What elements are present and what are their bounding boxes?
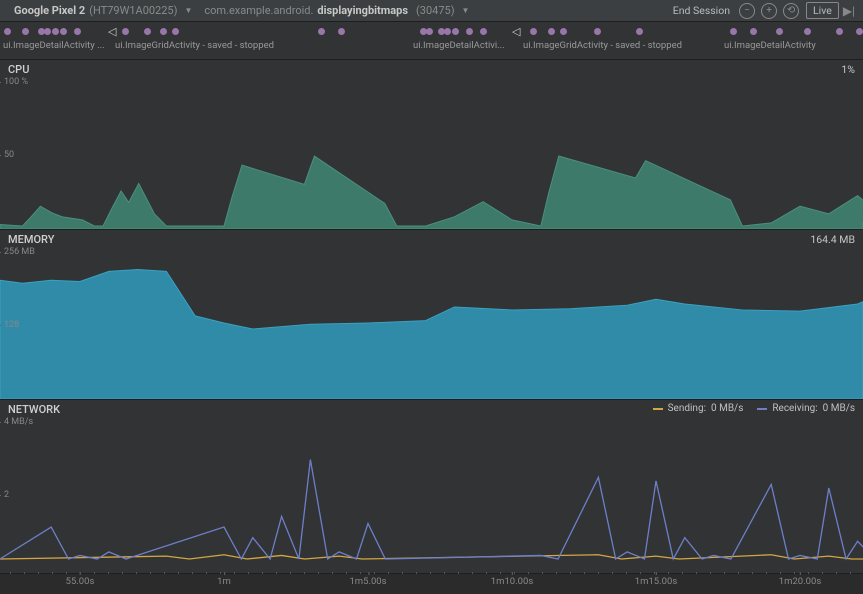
time-tick: 1m15.00s bbox=[635, 576, 677, 587]
network-ymid-tick: 2 bbox=[4, 490, 9, 500]
process-name: displayingbitmaps bbox=[317, 4, 408, 17]
live-button[interactable]: Live bbox=[806, 2, 839, 19]
time-axis: 55.00s 1m 1m5.00s 1m10.00s 1m15.00s 1m20.00s bbox=[0, 574, 863, 594]
event-dot[interactable] bbox=[22, 28, 29, 35]
event-dot[interactable] bbox=[480, 28, 487, 35]
chevron-down-icon: ▼ bbox=[462, 6, 470, 15]
legend-sending-value: 0 MB/s bbox=[711, 403, 743, 414]
network-ymax-tick: 4 MB/s bbox=[4, 417, 33, 427]
cpu-ymid-tick: 50 bbox=[4, 150, 14, 160]
process-prefix: com.example.android. bbox=[204, 4, 313, 17]
event-dot[interactable] bbox=[160, 28, 167, 35]
event-dot[interactable] bbox=[4, 28, 11, 35]
event-dot[interactable] bbox=[530, 28, 537, 35]
event-dot[interactable] bbox=[856, 28, 863, 35]
go-to-end-button[interactable]: ▶| bbox=[843, 4, 855, 18]
event-dot[interactable] bbox=[636, 28, 643, 35]
event-dot[interactable] bbox=[338, 28, 345, 35]
device-name: Google Pixel 2 bbox=[14, 4, 85, 17]
event-label: ui.ImageDetailActivi... bbox=[413, 40, 505, 51]
memory-title: MEMORY bbox=[8, 233, 54, 246]
event-dot[interactable] bbox=[466, 28, 473, 35]
device-dropdown[interactable]: Google Pixel 2 (HT79W1A00225) ▼ bbox=[8, 4, 198, 17]
back-arrow-icon: ◁ bbox=[108, 25, 116, 38]
memory-ymid-tick: 128 bbox=[4, 320, 19, 330]
toolbar: Google Pixel 2 (HT79W1A00225) ▼ com.exam… bbox=[0, 0, 863, 22]
event-label: ui.ImageDetailActivity bbox=[724, 40, 816, 51]
process-pid: (30475) bbox=[416, 4, 455, 17]
time-tick: 1m5.00s bbox=[349, 576, 386, 587]
event-dot[interactable] bbox=[122, 28, 129, 35]
legend-receiving-label: Receiving: bbox=[772, 403, 817, 414]
event-dot[interactable] bbox=[452, 28, 459, 35]
back-arrow-icon: ◁ bbox=[512, 25, 520, 38]
event-dot[interactable] bbox=[776, 28, 783, 35]
end-session-button[interactable]: End Session bbox=[673, 4, 730, 17]
event-dot[interactable] bbox=[594, 28, 601, 35]
sending-swatch-icon bbox=[653, 408, 663, 410]
event-dot[interactable] bbox=[52, 28, 59, 35]
legend-receiving: Receiving: 0 MB/s bbox=[757, 403, 855, 414]
time-tick: 1m bbox=[217, 576, 231, 587]
zoom-out-button[interactable]: − bbox=[739, 3, 755, 19]
memory-ymax-tick: 256 MB bbox=[4, 247, 35, 257]
event-dot[interactable] bbox=[144, 28, 151, 35]
time-tick: 1m10.00s bbox=[491, 576, 533, 587]
event-dot[interactable] bbox=[172, 28, 179, 35]
event-label: ui.ImageGridActivity - saved - stopped bbox=[523, 40, 682, 51]
event-dot[interactable] bbox=[60, 28, 67, 35]
cpu-ymax-tick: 100 % bbox=[4, 77, 28, 87]
event-label: ui.ImageGridActivity - saved - stopped bbox=[115, 40, 274, 51]
device-serial: (HT79W1A00225) bbox=[89, 4, 177, 17]
legend-receiving-value: 0 MB/s bbox=[823, 403, 855, 414]
network-chart[interactable]: NETWORK Sending: 0 MB/s Receiving: 0 MB/… bbox=[0, 400, 863, 574]
event-dot[interactable] bbox=[730, 28, 737, 35]
event-dot[interactable] bbox=[318, 28, 325, 35]
cpu-chart[interactable]: CPU 1% 100 % 50 bbox=[0, 60, 863, 230]
time-tick: 55.00s bbox=[66, 576, 95, 587]
network-legend: Sending: 0 MB/s Receiving: 0 MB/s bbox=[653, 403, 855, 414]
time-tick: 1m20.00s bbox=[779, 576, 821, 587]
event-dot[interactable] bbox=[548, 28, 555, 35]
legend-sending-label: Sending: bbox=[668, 403, 706, 414]
event-dot[interactable] bbox=[74, 28, 81, 35]
cpu-value: 1% bbox=[841, 63, 855, 76]
event-timeline[interactable]: ◁◁ui.ImageDetailActivity ...ui.ImageGrid… bbox=[0, 22, 863, 60]
process-dropdown[interactable]: com.example.android. displayingbitmaps (3… bbox=[198, 4, 475, 17]
event-dot[interactable] bbox=[444, 28, 451, 35]
network-title: NETWORK bbox=[8, 403, 60, 416]
legend-sending: Sending: 0 MB/s bbox=[653, 403, 744, 414]
memory-chart[interactable]: MEMORY 164.4 MB 256 MB 128 bbox=[0, 230, 863, 400]
chevron-down-icon: ▼ bbox=[184, 6, 192, 15]
event-dot[interactable] bbox=[426, 28, 433, 35]
zoom-reset-button[interactable]: ⟲ bbox=[783, 3, 799, 19]
event-dot[interactable] bbox=[560, 28, 567, 35]
receiving-swatch-icon bbox=[757, 408, 767, 410]
event-dot[interactable] bbox=[804, 28, 811, 35]
cpu-title: CPU bbox=[8, 63, 29, 76]
event-dot[interactable] bbox=[44, 28, 51, 35]
event-label: ui.ImageDetailActivity ... bbox=[3, 40, 105, 51]
memory-value: 164.4 MB bbox=[810, 233, 855, 246]
event-dot[interactable] bbox=[750, 28, 757, 35]
event-dot[interactable] bbox=[836, 28, 843, 35]
zoom-in-button[interactable]: + bbox=[761, 3, 777, 19]
